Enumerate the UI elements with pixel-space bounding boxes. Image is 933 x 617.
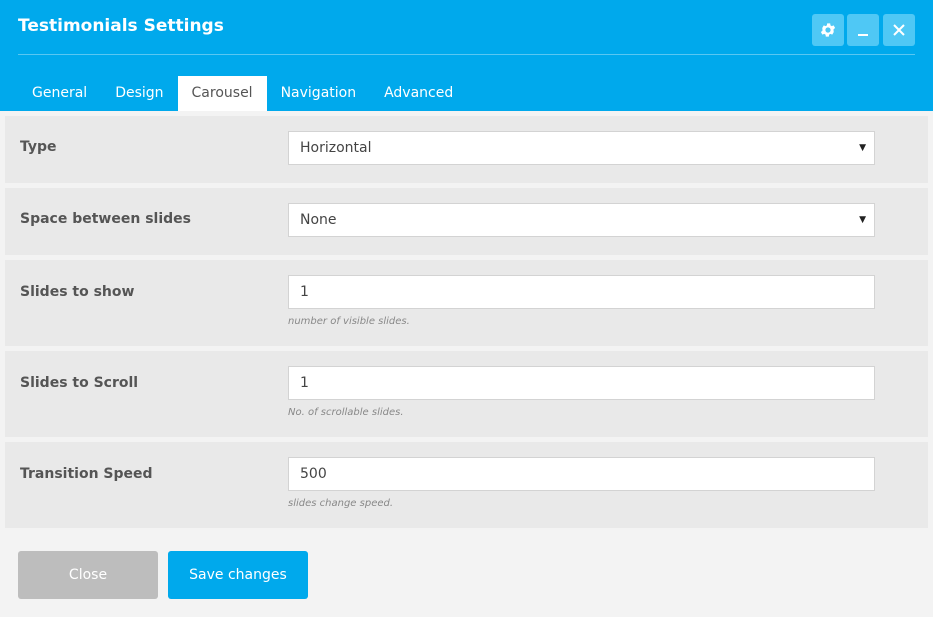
tab-carousel[interactable]: Carousel — [177, 76, 267, 111]
minimize-icon — [858, 34, 868, 36]
slides-show-input[interactable]: 1 — [288, 275, 875, 309]
dropdown-arrow-icon: ▼ — [859, 215, 866, 225]
close-icon — [893, 24, 905, 36]
speed-help: slides change speed. — [288, 498, 394, 509]
settings-button[interactable] — [812, 14, 844, 46]
slides-show-help: number of visible slides. — [288, 316, 410, 327]
settings-form: Type Horizontal ▼ Space between slides N… — [5, 116, 928, 533]
slides-scroll-help: No. of scrollable slides. — [288, 407, 404, 418]
space-row: Space between slides None ▼ — [5, 188, 928, 255]
dropdown-arrow-icon: ▼ — [859, 143, 866, 153]
slides-scroll-row: Slides to Scroll 1 No. of scrollable sli… — [5, 351, 928, 437]
speed-input[interactable]: 500 — [288, 457, 875, 491]
close-button[interactable]: Close — [18, 551, 158, 599]
type-label: Type — [20, 139, 57, 155]
slides-show-label: Slides to show — [20, 284, 135, 300]
type-select[interactable]: Horizontal ▼ — [288, 131, 875, 165]
gear-icon — [820, 23, 836, 37]
space-label: Space between slides — [20, 211, 191, 227]
tab-bar: General Design Carousel Navigation Advan… — [18, 76, 467, 111]
type-value: Horizontal — [300, 140, 372, 156]
space-value: None — [300, 212, 337, 228]
tab-navigation[interactable]: Navigation — [267, 76, 371, 111]
speed-row: Transition Speed 500 slides change speed… — [5, 442, 928, 528]
tab-general[interactable]: General — [18, 76, 101, 111]
tab-design[interactable]: Design — [101, 76, 177, 111]
dialog-header: Testimonials Settings General Design Car… — [0, 0, 933, 111]
slides-scroll-input[interactable]: 1 — [288, 366, 875, 400]
slides-scroll-label: Slides to Scroll — [20, 375, 139, 391]
slides-show-row: Slides to show 1 number of visible slide… — [5, 260, 928, 346]
type-row: Type Horizontal ▼ — [5, 116, 928, 183]
speed-label: Transition Speed — [20, 466, 153, 482]
save-changes-button[interactable]: Save changes — [168, 551, 308, 599]
close-dialog-button[interactable] — [883, 14, 915, 46]
minimize-button[interactable] — [847, 14, 879, 46]
dialog-title: Testimonials Settings — [18, 16, 224, 36]
tab-advanced[interactable]: Advanced — [370, 76, 467, 111]
header-divider — [18, 54, 915, 55]
space-select[interactable]: None ▼ — [288, 203, 875, 237]
